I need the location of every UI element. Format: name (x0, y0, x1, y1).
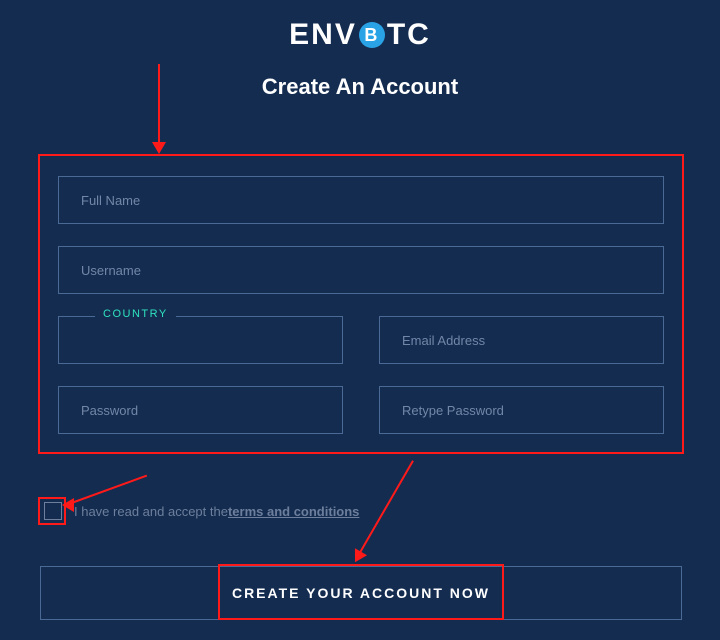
fullname-input[interactable] (81, 193, 641, 208)
terms-checkbox[interactable] (44, 502, 62, 520)
brand-post: TC (387, 18, 431, 52)
username-input[interactable] (81, 263, 641, 278)
annotation-arrow-submit (358, 470, 458, 570)
create-account-button[interactable]: CREATE YOUR ACCOUNT NOW (40, 566, 682, 620)
fullname-field-wrap (58, 176, 664, 224)
submit-row: CREATE YOUR ACCOUNT NOW (40, 566, 682, 620)
email-field-wrap (379, 316, 664, 364)
password-field-wrap (58, 386, 343, 434)
country-input[interactable] (81, 333, 320, 348)
country-field-wrap: COUNTRY (58, 316, 343, 364)
terms-link[interactable]: terms and conditions (228, 504, 359, 519)
signup-form: COUNTRY (40, 156, 682, 451)
retype-password-input[interactable] (402, 403, 641, 418)
retype-password-field-wrap (379, 386, 664, 434)
password-input[interactable] (81, 403, 320, 418)
terms-row: I have read and accept the terms and con… (44, 502, 359, 520)
brand-pre: ENV (289, 18, 357, 52)
terms-lead: I have read and accept the (74, 504, 228, 519)
brand-logo: ENV B TC (0, 0, 720, 52)
email-input[interactable] (402, 333, 641, 348)
bitcoin-icon: B (359, 22, 385, 48)
page-title: Create An Account (0, 74, 720, 100)
country-label: COUNTRY (95, 308, 176, 320)
username-field-wrap (58, 246, 664, 294)
